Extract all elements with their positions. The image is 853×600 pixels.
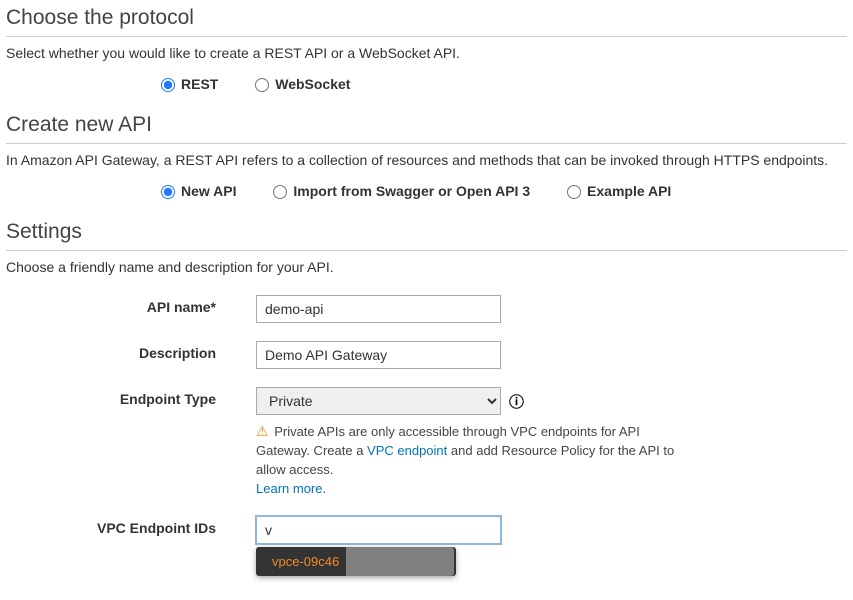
radio-new-api[interactable]: New API <box>156 182 237 199</box>
warning-icon: ⚠ <box>256 423 269 439</box>
create-subtitle: In Amazon API Gateway, a REST API refers… <box>6 152 847 168</box>
radio-websocket-label: WebSocket <box>275 76 350 92</box>
description-label: Description <box>6 341 256 361</box>
vpc-endpoint-ids-input[interactable] <box>256 516 501 544</box>
radio-example-input[interactable] <box>567 185 581 199</box>
learn-more-link[interactable]: Learn more. <box>256 481 326 496</box>
vpc-endpoint-ids-label: VPC Endpoint IDs <box>6 516 256 536</box>
radio-new-api-label: New API <box>181 183 237 199</box>
radio-import[interactable]: Import from Swagger or Open API 3 <box>268 182 530 199</box>
autocomplete-obscured <box>346 547 454 576</box>
radio-example[interactable]: Example API <box>562 182 671 199</box>
autocomplete-item-text: vpce-09c46 <box>272 554 339 569</box>
info-icon[interactable]: ⓘ <box>509 391 524 412</box>
api-name-input[interactable] <box>256 295 501 323</box>
endpoint-type-select[interactable]: Private <box>256 387 501 415</box>
radio-new-api-input[interactable] <box>161 185 175 199</box>
autocomplete-item[interactable]: vpce-09c46 <box>256 547 456 576</box>
api-name-label: API name* <box>6 295 256 315</box>
radio-rest-label: REST <box>181 76 218 92</box>
radio-websocket[interactable]: WebSocket <box>250 75 350 92</box>
settings-heading: Settings <box>6 220 847 251</box>
radio-example-label: Example API <box>587 183 671 199</box>
radio-rest-input[interactable] <box>161 78 175 92</box>
create-heading: Create new API <box>6 113 847 144</box>
protocol-subtitle: Select whether you would like to create … <box>6 45 847 61</box>
radio-websocket-input[interactable] <box>255 78 269 92</box>
radio-rest[interactable]: REST <box>156 75 218 92</box>
endpoint-type-label: Endpoint Type <box>6 387 256 407</box>
vpc-endpoint-link[interactable]: VPC endpoint <box>367 443 447 458</box>
radio-import-input[interactable] <box>273 185 287 199</box>
protocol-heading: Choose the protocol <box>6 6 847 37</box>
radio-import-label: Import from Swagger or Open API 3 <box>293 183 530 199</box>
description-input[interactable] <box>256 341 501 369</box>
settings-subtitle: Choose a friendly name and description f… <box>6 259 847 275</box>
